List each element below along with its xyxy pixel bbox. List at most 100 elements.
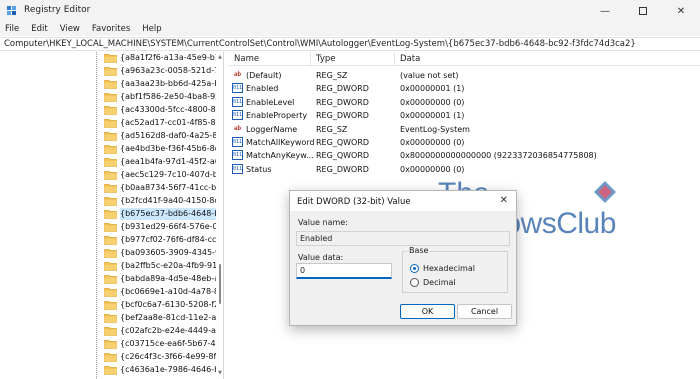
value-row[interactable]: ab LoggerName REG_SZ EventLog-System — [228, 123, 700, 136]
decimal-radio[interactable] — [410, 278, 419, 287]
value-row[interactable]: 011 MatchAllKeyword REG_QWORD 0x00000000 (0… — [228, 136, 700, 149]
value-row[interactable]: 011 Enabled REG_DWORD 0x00000001 (1) — [228, 82, 700, 95]
menu-favorites[interactable]: Favorites — [92, 22, 130, 36]
menu-edit[interactable]: Edit — [31, 22, 47, 36]
value-type: REG_DWORD — [316, 164, 369, 174]
decimal-label[interactable]: Decimal — [423, 278, 456, 287]
value-data-label: Value data: — [298, 253, 344, 262]
column-divider[interactable] — [394, 52, 395, 66]
value-row[interactable]: 011 Status REG_DWORD 0x00000000 (0) — [228, 163, 700, 176]
string-value-icon: ab — [233, 71, 242, 78]
tree-item-label: {b931ed29-66f4-576e-057 — [120, 222, 224, 231]
minimize-button[interactable]: — — [586, 0, 624, 22]
string-value-icon: ab — [233, 124, 242, 132]
folder-icon — [104, 184, 117, 193]
folder-icon — [104, 236, 117, 245]
column-name-header[interactable]: Name — [234, 54, 259, 64]
dialog-close-icon[interactable]: ✕ — [500, 195, 508, 206]
tree-scrollbar[interactable]: ▲ ▼ — [216, 52, 223, 379]
tree-item[interactable]: {aec5c129-7c10-407d-be9 — [0, 169, 223, 181]
menu-view[interactable]: View — [60, 22, 80, 36]
tree-item[interactable]: {ba093605-3909-4345-990 — [0, 247, 223, 259]
tree-item[interactable]: {abf1f586-2e50-4ba8-928c — [0, 91, 223, 103]
tree-item[interactable]: {bcf0c6a7-6130-5208-f27c — [0, 299, 223, 311]
folder-icon — [104, 54, 117, 63]
tree-item[interactable]: {a8a1f2f6-a13a-45e9-b1fe — [0, 52, 223, 64]
value-type: REG_DWORD — [316, 84, 369, 94]
value-row[interactable]: 011 EnableLevel REG_DWORD 0x00000000 (0) — [228, 96, 700, 109]
maximize-button[interactable] — [624, 0, 662, 22]
tree-item[interactable]: {bef2aa8e-81cd-11e2-a7b — [0, 312, 223, 324]
tree-item[interactable]: {b675ec37-bdb6-4648-bc9 — [0, 208, 223, 220]
scroll-down-icon[interactable]: ▼ — [217, 370, 223, 376]
binary-value-icon: 011 — [232, 83, 243, 94]
menu-file[interactable]: File — [5, 22, 19, 36]
tree-item[interactable]: {ba2ffb5c-e20a-4fb9-91b4 — [0, 260, 223, 272]
tree-item-label: {c02afc2b-e24e-4449-ad7 — [120, 326, 224, 335]
tree-item[interactable]: {c03715ce-ea6f-5b67-4449 — [0, 338, 223, 350]
tree-item-label: {a8a1f2f6-a13a-45e9-b1fe — [120, 53, 224, 62]
menu-help[interactable]: Help — [142, 22, 161, 36]
tree-item-label: {b2fcd41f-9a40-4150-8c92 — [120, 196, 224, 205]
value-row[interactable]: ab (Default) REG_SZ (value not set) — [228, 69, 700, 82]
tree-scroll-thumb[interactable] — [219, 264, 221, 304]
value-type: REG_QWORD — [316, 151, 370, 161]
value-name: MatchAnyKeyw... — [246, 151, 314, 161]
tree-item-label: {ae4bd3be-f36f-45b6-8d2 — [120, 144, 224, 153]
value-type: REG_SZ — [316, 124, 348, 134]
tree-item[interactable]: {c02afc2b-e24e-4449-ad7 — [0, 325, 223, 337]
column-divider[interactable] — [310, 52, 311, 66]
value-name: Enabled — [246, 84, 279, 94]
tree-item[interactable]: {b931ed29-66f4-576e-057 — [0, 221, 223, 233]
registry-editor-icon — [7, 6, 16, 15]
value-type: REG_DWORD — [316, 97, 369, 107]
minimize-icon: — — [600, 5, 610, 17]
tree-item[interactable]: {b977cf02-76f6-df84-cc1a — [0, 234, 223, 246]
folder-icon — [104, 301, 117, 310]
value-data-input[interactable]: 0 — [296, 263, 392, 279]
tree-item[interactable]: {ac52ad17-cc01-4f85-8df5 — [0, 117, 223, 129]
value-data: 0x00000000 (0) — [400, 138, 465, 147]
value-data: 0x8000000000000000 (9223372036854775808) — [400, 151, 597, 161]
value-name-field: Enabled — [296, 231, 510, 246]
tree-item-label: {c26c4f3c-3f66-4e99-8f8a — [120, 352, 224, 361]
value-row[interactable]: 011 MatchAnyKeyw... REG_QWORD 0x80000000000… — [228, 149, 700, 162]
folder-icon — [104, 340, 117, 349]
tree-item[interactable]: {b2fcd41f-9a40-4150-8c92 — [0, 195, 223, 207]
tree-item[interactable]: {ae4bd3be-f36f-45b6-8d2 — [0, 143, 223, 155]
tree-item-label: {babda89a-4d5e-48eb-af3 — [120, 274, 224, 283]
folder-icon — [104, 119, 117, 128]
tree-item[interactable]: {a963a23c-0058-521d-71e — [0, 65, 223, 77]
tree-item-label: {b675ec37-bdb6-4648-bc9 — [120, 208, 223, 220]
value-data: 0x00000001 (1) — [400, 84, 465, 94]
hexadecimal-radio[interactable] — [410, 264, 419, 273]
tree-item-label: {aec5c129-7c10-407d-be9 — [120, 170, 224, 179]
value-row[interactable]: 011 EnableProperty REG_DWORD 0x00000001 (1) — [228, 109, 700, 122]
scroll-up-icon[interactable]: ▲ — [217, 54, 223, 60]
close-button[interactable]: ✕ — [662, 0, 700, 22]
folder-icon — [104, 67, 117, 76]
watermark-logo-icon — [594, 181, 616, 203]
key-tree: {a8a1f2f6-a13a-45e9-b1fe {a963a23c-0058-5… — [0, 52, 224, 379]
value-name: Status — [246, 164, 272, 174]
tree-item[interactable]: {c4636a1e-7986-4646-bf10 — [0, 364, 223, 376]
column-data-header[interactable]: Data — [400, 54, 420, 64]
tree-item[interactable]: {aa3aa23b-bb6d-425a-b58 — [0, 78, 223, 90]
title-bar: Registry Editor — ✕ — [0, 0, 700, 22]
binary-value-icon: 011 — [232, 137, 243, 147]
tree-item[interactable]: {bc0669e1-a10d-4a78-834 — [0, 286, 223, 298]
column-type-header[interactable]: Type — [316, 54, 336, 64]
ok-button[interactable]: OK — [400, 304, 455, 319]
tree-item[interactable]: {c26c4f3c-3f66-4e99-8f8a — [0, 351, 223, 363]
hexadecimal-label[interactable]: Hexadecimal — [423, 264, 475, 273]
binary-value-icon: 011 — [232, 163, 243, 174]
cancel-button[interactable]: Cancel — [457, 304, 512, 319]
tree-item[interactable]: {aea1b4fa-97d1-45f2-a64c — [0, 156, 223, 168]
address-bar[interactable]: Computer\HKEY_LOCAL_MACHINE\SYSTEM\Curre… — [0, 37, 700, 51]
tree-item-label: {ba093605-3909-4345-990 — [120, 248, 224, 257]
tree-item[interactable]: {ac43300d-5fcc-4800-8e9 — [0, 104, 223, 116]
tree-item[interactable]: {ad5162d8-daf0-4a25-88a — [0, 130, 223, 142]
tree-item[interactable]: {babda89a-4d5e-48eb-af3 — [0, 273, 223, 285]
tree-item[interactable]: {b0aa8734-56f7-41cc-b2f — [0, 182, 223, 194]
folder-icon — [104, 93, 117, 102]
